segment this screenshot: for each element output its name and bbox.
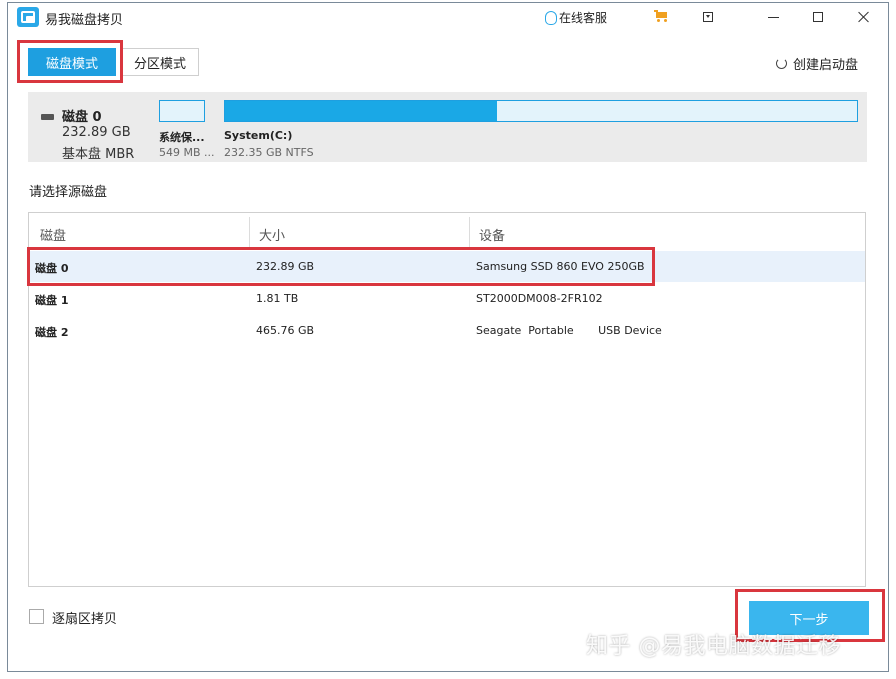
disk-summary-panel: 磁盘 0 232.89 GB 基本盘 MBR 系统保... 549 MB ...… bbox=[28, 92, 867, 162]
maximize-button[interactable] bbox=[798, 3, 838, 31]
partition-bar-system-c[interactable] bbox=[224, 100, 858, 122]
column-header-disk[interactable]: 磁盘 bbox=[40, 225, 66, 244]
hard-disk-icon bbox=[41, 114, 54, 120]
create-boot-label: 创建启动盘 bbox=[793, 58, 859, 73]
app-logo-icon bbox=[17, 7, 39, 27]
headset-icon bbox=[545, 10, 557, 25]
table-header: 磁盘 大小 设备 bbox=[29, 213, 865, 250]
table-row[interactable]: 磁盘 2 465.76 GB Seagate Portable USB Devi… bbox=[29, 315, 865, 346]
row-disk-device: Seagate Portable USB Device bbox=[476, 324, 662, 337]
annotation-box-tab bbox=[17, 40, 123, 83]
partition-info: 232.35 GB NTFS bbox=[224, 146, 314, 159]
partition-bar-system-reserved[interactable] bbox=[159, 100, 205, 122]
sector-copy-label[interactable]: 逐扇区拷贝 bbox=[52, 608, 117, 627]
menu-button[interactable] bbox=[688, 3, 728, 31]
disk-size: 232.89 GB bbox=[62, 125, 131, 140]
disk-type: 基本盘 MBR bbox=[62, 147, 135, 162]
menu-icon bbox=[703, 12, 713, 22]
minimize-icon bbox=[767, 16, 779, 18]
create-boot-disk-button[interactable]: 创建启动盘 bbox=[776, 54, 858, 73]
close-button[interactable] bbox=[844, 3, 884, 31]
minimize-button[interactable] bbox=[753, 3, 793, 31]
select-source-label: 请选择源磁盘 bbox=[29, 185, 108, 200]
row-disk-device: ST2000DM008-2FR102 bbox=[476, 292, 603, 305]
partition-name: System(C:) bbox=[224, 129, 293, 142]
tab-partition-mode[interactable]: 分区模式 bbox=[121, 48, 199, 76]
close-icon bbox=[858, 11, 870, 23]
row-disk-size: 465.76 GB bbox=[256, 324, 315, 337]
table-row[interactable]: 磁盘 1 1.81 TB ST2000DM008-2FR102 bbox=[29, 283, 865, 314]
disk-name: 磁盘 0 bbox=[62, 110, 102, 125]
cart-icon[interactable] bbox=[654, 10, 668, 23]
annotation-box-row bbox=[27, 247, 655, 286]
sector-copy-checkbox[interactable] bbox=[29, 609, 44, 624]
partition-info: 549 MB ... bbox=[159, 146, 215, 159]
app-window: 易我磁盘拷贝 在线客服 磁盘模式 分区模式 创建启动盘 磁盘 0 232.89 … bbox=[7, 2, 889, 672]
column-divider[interactable] bbox=[249, 217, 250, 247]
column-divider[interactable] bbox=[469, 217, 470, 247]
row-disk-size: 1.81 TB bbox=[256, 292, 299, 305]
online-service-link[interactable]: 在线客服 bbox=[545, 9, 607, 26]
row-disk-name: 磁盘 1 bbox=[35, 294, 69, 307]
refresh-icon bbox=[776, 58, 787, 69]
column-header-device[interactable]: 设备 bbox=[479, 225, 505, 244]
row-disk-name: 磁盘 2 bbox=[35, 326, 69, 339]
title-bar: 易我磁盘拷贝 在线客服 bbox=[8, 3, 888, 31]
maximize-icon bbox=[813, 12, 823, 22]
partition-usage-fill bbox=[225, 101, 497, 121]
watermark: 知乎 @易我电脑数据迁移 bbox=[586, 634, 841, 659]
online-service-label: 在线客服 bbox=[559, 11, 608, 25]
column-header-size[interactable]: 大小 bbox=[259, 225, 285, 244]
app-title: 易我磁盘拷贝 bbox=[45, 13, 124, 28]
partition-name: 系统保... bbox=[159, 131, 205, 144]
